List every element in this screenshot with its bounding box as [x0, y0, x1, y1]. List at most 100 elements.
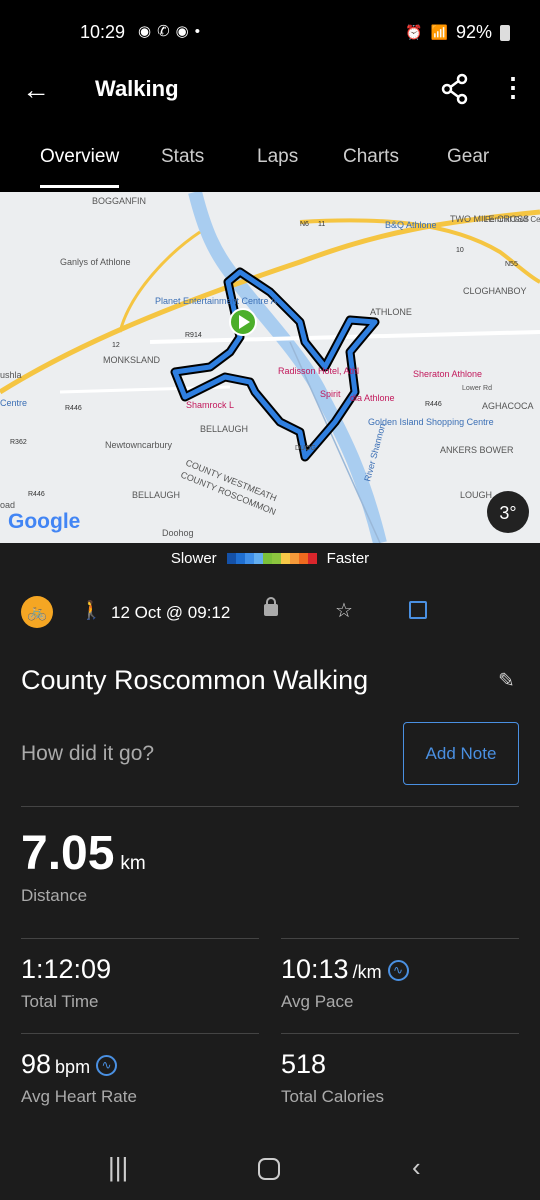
svg-text:B&Q Athlone: B&Q Athlone: [385, 220, 437, 230]
calories-label: Total Calories: [281, 1087, 384, 1106]
tab-overview[interactable]: Overview: [40, 146, 120, 188]
svg-text:AGHACOCA: AGHACOCA: [482, 401, 534, 411]
pace-chart-icon[interactable]: ∿: [387, 960, 409, 981]
avg-hr-value: 98 bpm ∿: [21, 1049, 118, 1080]
google-logo: Google: [8, 510, 80, 533]
svg-text:R446: R446: [65, 405, 82, 412]
svg-text:DUOG: DUOG: [295, 445, 316, 452]
divider: [21, 938, 259, 939]
svg-text:10: 10: [456, 247, 464, 254]
lock-icon[interactable]: [264, 597, 278, 616]
svg-text:Planet Entertainment Centre A: Planet Entertainment Centre A: [155, 296, 277, 306]
svg-text:ushla: ushla: [0, 370, 22, 380]
svg-text:Shamrock L: Shamrock L: [186, 400, 234, 410]
svg-text:MONKSLAND: MONKSLAND: [103, 355, 161, 365]
notification-icons: ◉✆◉•: [138, 23, 206, 40]
more-options-icon[interactable]: ⋮: [500, 72, 526, 103]
route-map[interactable]: BOGGANFIN Ganlys of Athlone B&Q Athlone …: [0, 192, 540, 543]
add-note-button[interactable]: Add Note: [403, 722, 519, 785]
svg-text:R362: R362: [10, 439, 27, 446]
svg-text:River Shannon: River Shannon: [362, 422, 387, 482]
page-title: Walking: [95, 76, 179, 101]
svg-text:12: 12: [112, 342, 120, 349]
legend-swatch: [298, 553, 308, 564]
edit-icon[interactable]: ✎: [498, 668, 515, 693]
total-time-value: 1:12:09: [21, 954, 112, 984]
divider: [21, 806, 519, 807]
app-bar: ← Walking ⋮ Overview Stats Laps Charts G…: [0, 62, 540, 192]
activity-name: County Roscommon Walking: [21, 665, 369, 695]
legend-swatch: [262, 553, 272, 564]
svg-text:Spirit: Spirit: [320, 389, 341, 399]
svg-text:R446: R446: [425, 401, 442, 408]
legend-swatch: [280, 553, 290, 564]
divider: [21, 1033, 259, 1034]
home-button[interactable]: [258, 1158, 280, 1180]
svg-text:CLOGHANBOY: CLOGHANBOY: [463, 286, 527, 296]
recents-button[interactable]: |||: [108, 1152, 128, 1183]
activity-meta: 🚲 🚶 12 Oct @ 09:12 ☆: [0, 596, 540, 630]
clock: 10:29: [80, 22, 126, 42]
legend-swatch: [307, 553, 317, 564]
tab-charts[interactable]: Charts: [343, 146, 399, 168]
svg-text:ANKERS BOWER: ANKERS BOWER: [440, 445, 514, 455]
total-time-label: Total Time: [21, 992, 99, 1011]
svg-text:11: 11: [318, 221, 325, 228]
tab-gear[interactable]: Gear: [447, 146, 489, 168]
battery-icon: [500, 24, 510, 41]
svg-text:Newtowncarbury: Newtowncarbury: [105, 440, 173, 450]
svg-text:Sheraton Athlone: Sheraton Athlone: [413, 369, 482, 379]
svg-text:Lower Rd: Lower Rd: [462, 385, 492, 392]
divider: [281, 938, 519, 939]
legend-faster: Faster: [326, 550, 370, 567]
svg-text:Ganlys of Athlone: Ganlys of Athlone: [60, 257, 131, 267]
avg-hr-label: Avg Heart Rate: [21, 1087, 137, 1106]
walking-icon: 🚶: [80, 600, 103, 620]
avg-pace-value: 10:13/km ∿: [281, 954, 409, 985]
distance-value: 7.05 km: [21, 827, 146, 880]
tab-stats[interactable]: Stats: [161, 146, 204, 168]
svg-text:Centre: Centre: [0, 398, 27, 408]
legend-swatch: [253, 553, 263, 564]
distance-label: Distance: [21, 886, 88, 905]
legend-swatch: [244, 553, 254, 564]
pace-color-scale: [226, 553, 317, 564]
tab-laps[interactable]: Laps: [257, 146, 298, 168]
svg-text:LOUGH: LOUGH: [460, 490, 492, 500]
svg-text:N55: N55: [505, 261, 518, 268]
svg-text:dia Athlone: dia Athlone: [350, 393, 395, 403]
svg-text:Doohog: Doohog: [162, 528, 194, 538]
avg-pace-label: Avg Pace: [281, 992, 354, 1011]
wifi-icon: 📶: [430, 24, 448, 40]
svg-text:oad: oad: [0, 500, 15, 510]
legend-swatch: [289, 553, 299, 564]
note-prompt: How did it go?: [21, 742, 155, 765]
alarm-icon: ⏰: [405, 24, 423, 40]
svg-text:BELLAUGH: BELLAUGH: [132, 490, 180, 500]
battery-percent: 92%: [455, 22, 492, 42]
legend-swatch: [235, 553, 245, 564]
legend-swatch: [271, 553, 281, 564]
svg-text:N6: N6: [300, 221, 309, 228]
svg-text:BELLAUGH: BELLAUGH: [200, 424, 248, 434]
hr-chart-icon[interactable]: ∿: [96, 1055, 118, 1076]
add-photo-icon[interactable]: [409, 601, 427, 619]
back-nav-button[interactable]: ‹: [412, 1152, 421, 1183]
temperature-badge: 3°: [499, 503, 516, 523]
svg-text:R446: R446: [28, 491, 45, 498]
star-icon[interactable]: ☆: [335, 598, 353, 623]
calories-value: 518: [281, 1049, 327, 1079]
svg-text:R914: R914: [185, 332, 202, 339]
svg-text:Radisson Hotel, Athl: Radisson Hotel, Athl: [278, 366, 359, 376]
pace-legend: Slower Faster: [0, 550, 540, 567]
divider: [281, 1033, 519, 1034]
share-icon[interactable]: [440, 72, 470, 106]
svg-text:BOGGANFIN: BOGGANFIN: [92, 196, 146, 206]
legend-swatch: [226, 553, 236, 564]
system-nav-bar: ||| ‹: [0, 1138, 540, 1200]
svg-text:Fernhill Golf Centre At: Fernhill Golf Centre At: [485, 215, 540, 224]
bike-icon[interactable]: 🚲: [21, 596, 53, 628]
back-button[interactable]: ←: [22, 74, 50, 106]
svg-text:ATHLONE: ATHLONE: [370, 307, 412, 317]
legend-slower: Slower: [170, 550, 217, 567]
